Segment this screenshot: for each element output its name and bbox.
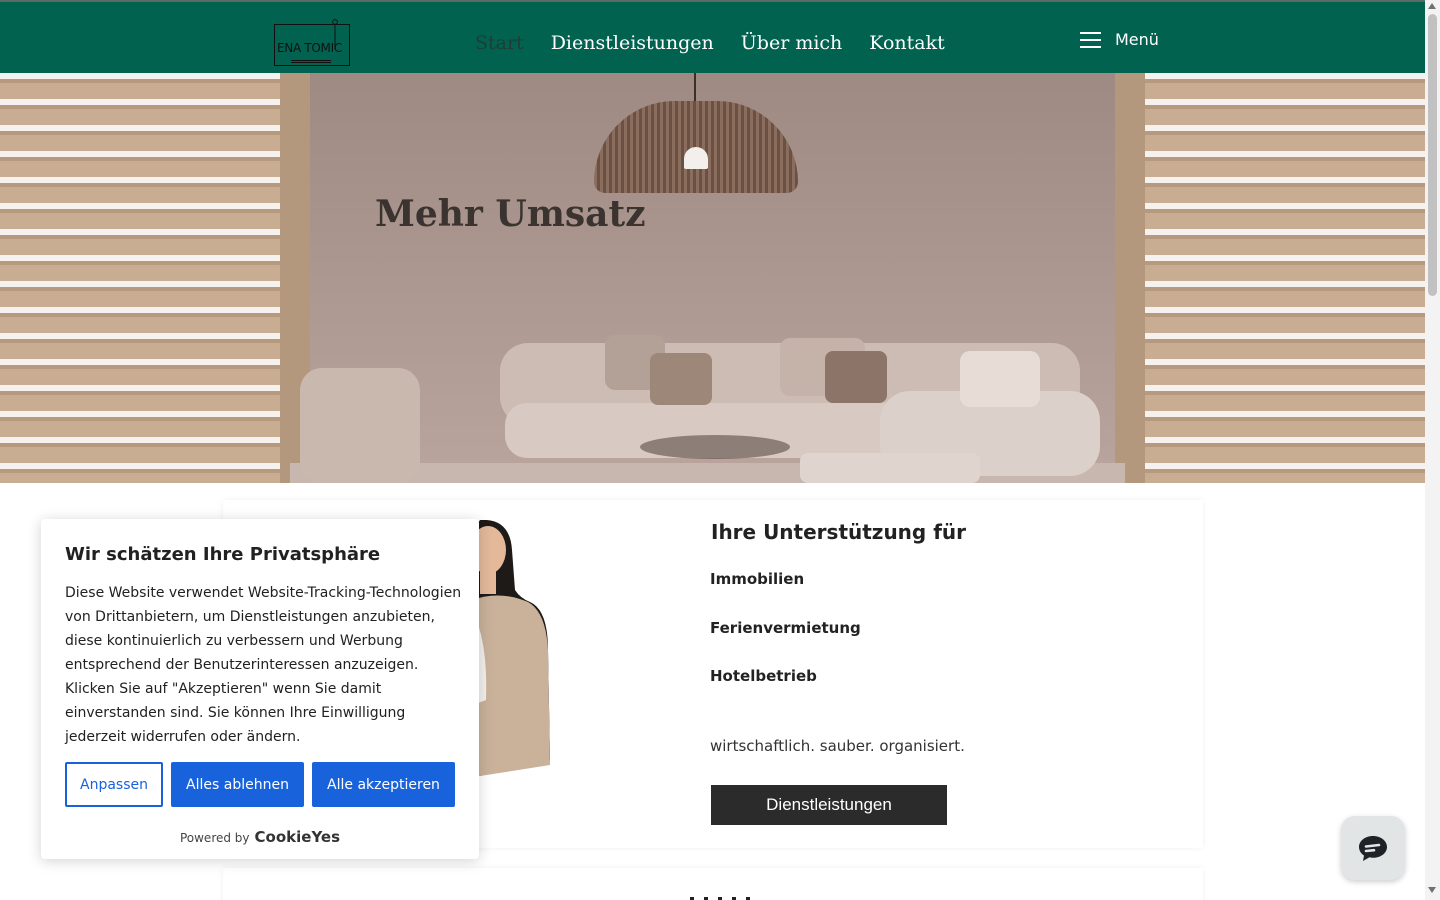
cookieyes-logo[interactable]: CookieYes (255, 828, 341, 846)
site-header: ENA TOMIC Start Dienstleistungen Über mi… (0, 2, 1425, 73)
cookie-title: Wir schätzen Ihre Privatsphäre (65, 544, 381, 565)
services-button[interactable]: Dienstleistungen (711, 785, 947, 825)
accept-all-button[interactable]: Alle akzeptieren (312, 762, 455, 807)
menu-button[interactable]: Menü (1080, 30, 1159, 49)
hero-banner: Mehr Umsatz. (0, 73, 1425, 483)
site-logo[interactable]: ENA TOMIC (274, 19, 350, 66)
key-icon (332, 19, 338, 49)
menu-label: Menü (1115, 30, 1159, 49)
cushion (825, 351, 887, 403)
scroll-up-arrow-icon[interactable] (1428, 3, 1436, 9)
left-shutter (0, 73, 300, 483)
cushion (960, 351, 1040, 407)
logo-underline (291, 60, 331, 63)
cookie-description: Diese Website verwendet Website-Tracking… (65, 585, 462, 745)
coffee-table (640, 435, 790, 459)
cushion (650, 353, 712, 405)
cookie-consent-banner: Wir schätzen Ihre Privatsphäre Diese Web… (41, 519, 479, 859)
next-section-card (223, 868, 1203, 900)
service-item-immobilien: Immobilien (710, 570, 805, 588)
customize-button[interactable]: Anpassen (65, 762, 163, 807)
chat-bubble-icon (1359, 836, 1387, 861)
scroll-down-arrow-icon[interactable] (1428, 887, 1436, 893)
chat-widget-button[interactable] (1341, 816, 1405, 880)
nav-item-kontakt[interactable]: Kontakt (869, 32, 944, 54)
nav-item-ueber-mich[interactable]: Über mich (741, 32, 843, 54)
nav-item-dienstleistungen[interactable]: Dienstleistungen (551, 32, 714, 54)
hero-title: Mehr Umsatz. (375, 193, 645, 233)
services-heading: Ihre Unterstützung für (711, 520, 966, 544)
scrollbar-thumb[interactable] (1428, 14, 1437, 296)
ottoman (800, 453, 980, 483)
main-nav: Start Dienstleistungen Über mich Kontakt (475, 32, 945, 54)
page-scrollbar[interactable] (1425, 0, 1440, 900)
right-door-frame (1115, 73, 1145, 483)
armchair (300, 368, 420, 483)
service-item-ferienvermietung: Ferienvermietung (710, 619, 861, 637)
powered-by-label: Powered by (179, 831, 250, 845)
nav-item-start[interactable]: Start (475, 32, 524, 54)
reject-all-button[interactable]: Alles ablehnen (171, 762, 304, 807)
powered-by: Powered by CookieYes (41, 828, 479, 846)
service-item-hotelbetrieb: Hotelbetrieb (710, 667, 817, 685)
lamp-bulb (684, 147, 708, 169)
services-tagline: wirtschaftlich. sauber. organisiert. (710, 737, 965, 755)
hamburger-icon (1080, 31, 1101, 48)
right-shutter (1118, 73, 1425, 483)
